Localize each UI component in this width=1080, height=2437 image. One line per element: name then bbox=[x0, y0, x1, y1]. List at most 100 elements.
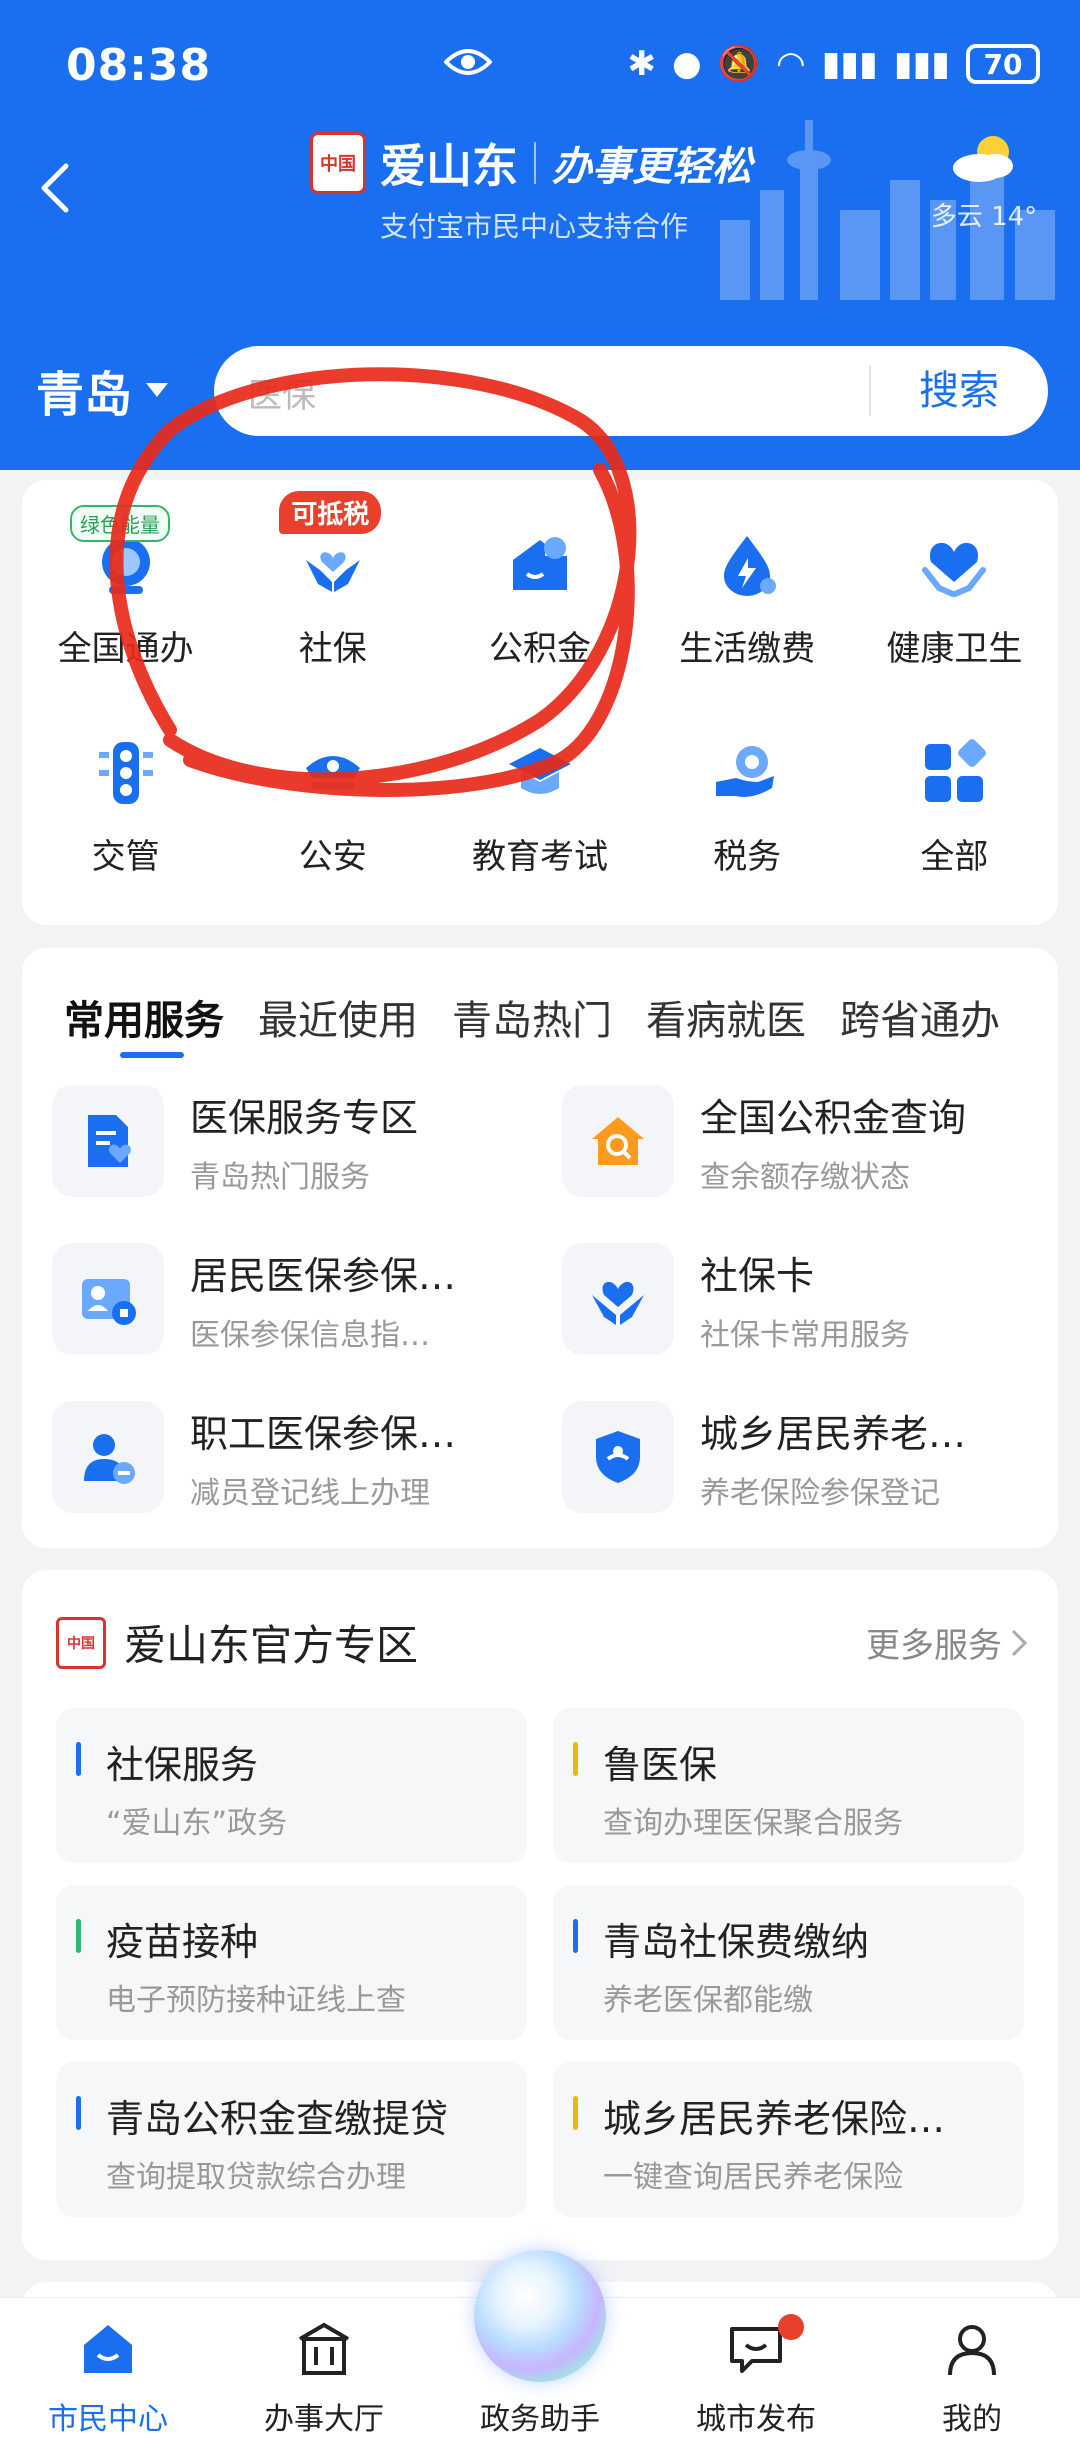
grid-item-housing-fund[interactable]: 公积金 bbox=[436, 505, 643, 685]
search-button[interactable]: 搜索 bbox=[874, 346, 1044, 436]
service-item[interactable]: 全国公积金查询 查余额存缴状态 bbox=[562, 1085, 1042, 1197]
header: 08:38 ✱ ● 🔕 ◠ ▮▮▮ ▮▮▮ 70 中国 爱山东 办事更轻松 支付… bbox=[0, 0, 1080, 470]
tab-qingdao-hot[interactable]: 青岛热门 bbox=[452, 988, 612, 1046]
back-icon[interactable] bbox=[36, 160, 76, 216]
tab-recent[interactable]: 最近使用 bbox=[258, 988, 418, 1046]
grid-label: 健康卫生 bbox=[886, 629, 1023, 669]
bluetooth-icon: ✱ bbox=[627, 44, 657, 84]
brand-divider bbox=[534, 142, 536, 184]
service-title: 医保服务专区 bbox=[190, 1095, 419, 1140]
service-title: 居民医保参保… bbox=[190, 1253, 457, 1298]
service-item[interactable]: 医保服务专区青岛热门服务 bbox=[52, 1085, 532, 1197]
signal-icon: ▮▮▮ bbox=[821, 44, 878, 84]
tab-common[interactable]: 常用服务 bbox=[64, 988, 224, 1046]
official-item[interactable]: 鲁医保 查询办理医保聚合服务 bbox=[553, 1708, 1024, 1863]
official-item[interactable]: 青岛社保费缴纳 养老医保都能缴 bbox=[553, 1885, 1024, 2040]
assistant-orb-icon[interactable] bbox=[474, 2250, 606, 2382]
brand-seal-logo: 中国 bbox=[310, 132, 366, 194]
more-services-link[interactable]: 更多服务 bbox=[866, 1618, 1028, 1667]
graduation-cap-icon bbox=[500, 733, 580, 813]
housing-fund-icon bbox=[500, 525, 580, 605]
grid-label: 税务 bbox=[713, 837, 782, 877]
wifi-icon: ◠ bbox=[776, 44, 806, 84]
official-item-desc: 一键查询居民养老保险 bbox=[603, 2160, 903, 2195]
battery-icon: 70 bbox=[966, 44, 1040, 84]
grid-item-police[interactable]: 公安 bbox=[229, 713, 436, 893]
official-item-desc: 电子预防接种证线上查 bbox=[106, 1983, 406, 2018]
utility-payment-icon bbox=[707, 525, 787, 605]
service-item[interactable]: 城乡居民养老… 养老保险参保登记 bbox=[562, 1401, 1042, 1513]
grid-label: 公积金 bbox=[488, 629, 591, 669]
nav-citizen-center[interactable]: 市民中心 bbox=[0, 2298, 216, 2437]
grid-item-health[interactable]: 健康卫生 bbox=[851, 505, 1058, 685]
accent-bar bbox=[573, 1919, 578, 1953]
quick-grid-card: 绿色能量 全国通办 可抵税 社保 公积金 生活缴费 健康卫生 交管 公安 教育考… bbox=[22, 480, 1058, 925]
city-selector[interactable]: 青岛 bbox=[36, 355, 169, 425]
service-subtitle: 养老保险参保登记 bbox=[700, 1475, 940, 1511]
service-item[interactable]: 居民医保参保… 医保参保信息指… bbox=[52, 1243, 532, 1355]
search-input[interactable]: 医保 bbox=[248, 368, 316, 417]
official-item-desc: 养老医保都能缴 bbox=[603, 1983, 813, 2018]
house-search-icon bbox=[562, 1085, 674, 1197]
traffic-light-icon bbox=[86, 733, 166, 813]
status-bar: 08:38 ✱ ● 🔕 ◠ ▮▮▮ ▮▮▮ 70 bbox=[0, 0, 1080, 130]
resident-card-icon bbox=[52, 1243, 164, 1355]
status-icons: ✱ ● 🔕 ◠ ▮▮▮ ▮▮▮ 70 bbox=[628, 44, 1040, 84]
accent-bar bbox=[573, 2096, 578, 2130]
official-item-desc: 查询办理医保聚合服务 bbox=[603, 1806, 903, 1841]
official-item[interactable]: 疫苗接种 电子预防接种证线上查 bbox=[56, 1885, 527, 2040]
official-item[interactable]: 城乡居民养老保险… 一键查询居民养老保险 bbox=[553, 2062, 1024, 2217]
notification-dot bbox=[778, 2314, 804, 2340]
service-subtitle: 青岛热门服务 bbox=[190, 1159, 370, 1195]
chevron-right-icon bbox=[1011, 1629, 1028, 1656]
grid-item-traffic[interactable]: 交管 bbox=[22, 713, 229, 893]
shield-icon bbox=[562, 1401, 674, 1513]
grid-label: 公安 bbox=[298, 837, 367, 877]
service-title: 社保卡 bbox=[700, 1253, 815, 1298]
official-item-name: 社保服务 bbox=[106, 1743, 259, 1787]
service-item[interactable]: 社保卡社保卡常用服务 bbox=[562, 1243, 1042, 1355]
official-zone-card: 中国 爱山东官方专区 更多服务 社保服务 “爱山东”政务 鲁医保 查询办理医保聚… bbox=[22, 1570, 1058, 2260]
search-box[interactable]: 医保 搜索 bbox=[214, 346, 1048, 436]
nav-city-news[interactable]: 城市发布 bbox=[648, 2298, 864, 2437]
service-tabs: 常用服务 最近使用 青岛热门 看病就医 跨省通办 bbox=[64, 988, 1058, 1046]
service-item[interactable]: 职工医保参保… 减员登记线上办理 bbox=[52, 1401, 532, 1513]
grid-label: 交管 bbox=[91, 837, 160, 877]
grid-label: 生活缴费 bbox=[679, 629, 816, 669]
caret-down-icon bbox=[146, 383, 169, 397]
accent-bar bbox=[76, 1742, 81, 1776]
grid-label: 社保 bbox=[298, 629, 367, 669]
grid-item-social-security[interactable]: 可抵税 社保 bbox=[229, 491, 436, 685]
official-title: 爱山东官方专区 bbox=[124, 1621, 419, 1670]
grid-item-tax[interactable]: 税务 bbox=[644, 713, 851, 893]
grid-label: 全部 bbox=[920, 837, 989, 877]
grid-item-national[interactable]: 绿色能量 全国通办 bbox=[22, 505, 229, 685]
official-item-desc: “爱山东”政务 bbox=[106, 1806, 288, 1841]
user-minus-icon bbox=[52, 1401, 164, 1513]
tax-icon bbox=[707, 733, 787, 813]
service-list: 医保服务专区青岛热门服务 全国公积金查询 查余额存缴状态 居民医保参保… 医保参保信… bbox=[52, 1085, 1042, 1513]
official-item[interactable]: 社保服务 “爱山东”政务 bbox=[56, 1708, 527, 1863]
service-subtitle: 社保卡常用服务 bbox=[700, 1317, 910, 1353]
service-subtitle: 查余额存缴状态 bbox=[700, 1159, 910, 1195]
signal2-icon: ▮▮▮ bbox=[893, 44, 950, 84]
grid-item-utility[interactable]: 生活缴费 bbox=[644, 505, 851, 685]
health-icon bbox=[914, 525, 994, 605]
weather-widget[interactable]: 多云 14° bbox=[924, 130, 1044, 233]
tab-medical[interactable]: 看病就医 bbox=[646, 988, 806, 1046]
official-item-name: 鲁医保 bbox=[603, 1743, 718, 1787]
official-item[interactable]: 青岛公积金查缴提贷 查询提取贷款综合办理 bbox=[56, 2062, 527, 2217]
accent-bar bbox=[76, 2096, 81, 2130]
quick-grid: 绿色能量 全国通办 可抵税 社保 公积金 生活缴费 健康卫生 交管 公安 教育考… bbox=[22, 491, 1058, 893]
nav-mine[interactable]: 我的 bbox=[864, 2298, 1080, 2437]
grid-item-all[interactable]: 全部 bbox=[851, 713, 1058, 893]
nav-service-hall[interactable]: 办事大厅 bbox=[216, 2298, 432, 2437]
social-security-icon bbox=[293, 525, 373, 605]
accent-bar bbox=[76, 1919, 81, 1953]
grid-item-education[interactable]: 教育考试 bbox=[436, 713, 643, 893]
police-icon bbox=[293, 733, 373, 813]
mute-icon: 🔕 bbox=[717, 44, 761, 84]
official-header: 中国 爱山东官方专区 bbox=[56, 1612, 418, 1673]
nav-label: 政务助手 bbox=[480, 2402, 600, 2437]
tab-cross-province[interactable]: 跨省通办 bbox=[840, 988, 1000, 1046]
